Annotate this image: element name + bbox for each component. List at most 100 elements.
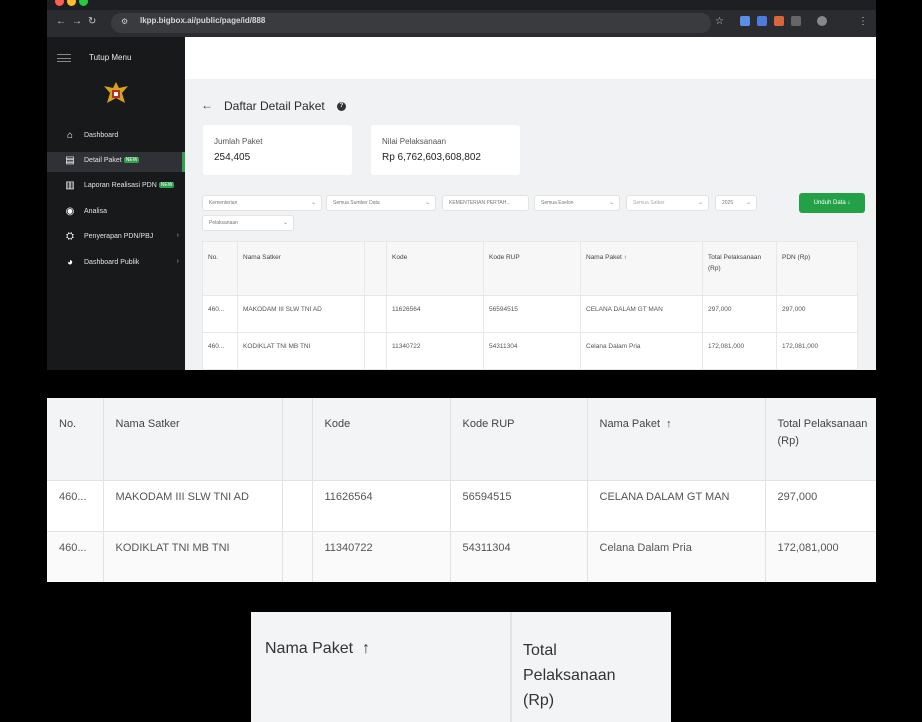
cell-blank [282, 531, 313, 582]
cell-pdn: 297,000 [776, 295, 858, 333]
col-header-no[interactable]: No. [47, 398, 104, 481]
sidebar: Tutup Menu ⌂ Dashboard ▤ Detail Paket NEW… [47, 37, 185, 370]
col-header-kode[interactable]: Kode [312, 398, 451, 481]
extension-icon[interactable] [740, 16, 750, 26]
table-row[interactable]: 460... KODIKLAT TNI MB TNI 11340722 5431… [47, 531, 876, 582]
download-button[interactable]: Unduh Data ↓ [799, 193, 865, 213]
back-arrow-icon[interactable]: ← [201, 98, 213, 112]
extensions-puzzle-icon[interactable] [791, 16, 801, 26]
reload-icon[interactable]: ↻ [88, 16, 96, 28]
table-header-row: No. Nama Satker Kode Kode RUP Nama Paket… [202, 241, 858, 296]
table-row[interactable]: 460... MAKODAM III SLW TNI AD 11626564 5… [47, 480, 876, 532]
building-icon: ▥ [65, 180, 75, 191]
col-header-nama-paket[interactable]: Nama Paket ↑ [580, 241, 703, 296]
hamburger-icon[interactable] [57, 54, 71, 62]
filter-kementerian[interactable]: Kementerian ⌄ [202, 195, 322, 211]
help-icon[interactable]: ? [337, 102, 346, 111]
col-header-nama-paket[interactable]: Nama Paket ↑ [251, 612, 512, 722]
col-header-total-pelaksanaan[interactable]: Total Pelaksanaan (Rp) [702, 241, 777, 296]
sidebar-item-dashboard[interactable]: ⌂ Dashboard [47, 127, 185, 147]
home-icon: ⌂ [66, 130, 74, 141]
bookmark-star-icon[interactable]: ☆ [715, 16, 724, 28]
filter-value: Semua Eselon [541, 200, 574, 206]
close-window-dot[interactable] [55, 0, 64, 6]
forward-nav-icon[interactable]: → [72, 16, 82, 28]
cell-total-pelaksanaan: 297,000 [765, 480, 876, 532]
col-header-nama-satker[interactable]: Nama Satker [237, 241, 365, 296]
col-header-kode-rup[interactable]: Kode RUP [450, 398, 588, 481]
filter-kementerian-pertahanan[interactable]: KEMENTERIAN PERTAH... [442, 195, 529, 211]
chevron-down-icon: ⌄ [424, 200, 430, 206]
pie-chart-icon: ◕ [66, 257, 74, 268]
top-header [185, 37, 876, 79]
cell-no: 460... [202, 295, 238, 333]
new-badge: NEW [123, 157, 140, 163]
sort-ascending-icon[interactable]: ↑ [666, 418, 672, 430]
basket-icon: ⛭ [66, 231, 74, 242]
page-title: Daftar Detail Paket [224, 99, 325, 113]
table-row[interactable]: 460... KODIKLAT TNI MB TNI 11340722 5431… [202, 332, 858, 370]
stat-value: 254,405 [214, 152, 251, 163]
col-header-no[interactable]: No. [202, 241, 238, 296]
cell-kode: 11340722 [386, 332, 484, 370]
sidebar-item-label: Analisa [84, 208, 107, 215]
browser-menu-icon[interactable]: ⋮ [858, 16, 868, 28]
sidebar-item-analisa[interactable]: ◉ Analisa [47, 203, 185, 223]
filter-sumber-data[interactable]: Semua Sumber Data ⌄ [326, 195, 436, 211]
cell-blank [282, 480, 313, 532]
filter-tahun[interactable]: 2025 ⌄ [715, 195, 757, 211]
col-header-total-pelaksanaan[interactable]: Total Pelaksanaan (Rp) [523, 638, 643, 713]
chevron-right-icon: › [176, 258, 179, 265]
cell-nama-paket: Celana Dalam Pria [587, 531, 766, 582]
cell-total-pelaksanaan: 172,081,000 [702, 332, 777, 370]
cell-no: 460... [47, 480, 104, 532]
cell-nama-satker: MAKODAM III SLW TNI AD [237, 295, 365, 333]
cell-kode: 11626564 [312, 480, 451, 532]
sidebar-item-dashboard-publik[interactable]: ◕ Dashboard Publik › [47, 254, 185, 274]
sort-ascending-icon[interactable]: ↑ [624, 254, 627, 261]
col-header-nama-satker[interactable]: Nama Satker [103, 398, 283, 481]
maximize-window-dot[interactable] [79, 0, 88, 6]
back-nav-icon[interactable]: ← [56, 16, 66, 28]
cell-kode-rup: 54311304 [483, 332, 581, 370]
collapse-menu-label[interactable]: Tutup Menu [89, 53, 131, 62]
extension-icon[interactable] [757, 16, 767, 26]
table-row[interactable]: 460... MAKODAM III SLW TNI AD 11626564 5… [202, 295, 858, 333]
site-info-icon[interactable]: ⚙ [121, 16, 128, 28]
col-header-kode-rup[interactable]: Kode RUP [483, 241, 581, 296]
col-header-kode[interactable]: Kode [386, 241, 484, 296]
cell-total-pelaksanaan: 172,081,000 [765, 531, 876, 582]
analysis-icon: ◉ [65, 206, 75, 217]
sort-ascending-icon[interactable]: ↑ [362, 640, 370, 657]
extension-icon[interactable] [774, 16, 784, 26]
sidebar-item-label-wrap: Laporan Realisasi PDN NEW [84, 182, 175, 189]
sidebar-item-penyerapan[interactable]: ⛭ Penyerapan PDN/PBJ › [47, 228, 185, 248]
new-badge: NEW [158, 182, 175, 188]
col-header-total-pelaksanaan[interactable]: Total Pelaksanaan (Rp) [765, 398, 876, 481]
filter-value: Pelaksanaan [209, 220, 238, 226]
sidebar-item-label: Detail Paket [84, 157, 122, 164]
filter-pelaksanaan[interactable]: Pelaksanaan ⌄ [202, 215, 294, 231]
url-text: lkpp.bigbox.ai/public/page/id/888 [140, 16, 266, 25]
cell-kode-rup: 56594515 [483, 295, 581, 333]
cell-nama-satker: KODIKLAT TNI MB TNI [103, 531, 283, 582]
filter-satker[interactable]: Semua Satker ⌄ [626, 195, 709, 211]
col-header-pdn[interactable]: PDN (Rp) [776, 241, 858, 296]
browser-screenshot: ← → ↻ ⚙ lkpp.bigbox.ai/public/page/id/88… [47, 0, 876, 370]
col-header-label: Nama Paket [599, 418, 661, 430]
sidebar-item-detail-paket[interactable]: ▤ Detail Paket NEW [47, 152, 185, 172]
cell-nama-satker: KODIKLAT TNI MB TNI [237, 332, 365, 370]
chevron-down-icon: ⌄ [745, 200, 751, 206]
detail-paket-table: No. Nama Satker Kode Kode RUP Nama Paket… [202, 241, 858, 370]
profile-icon[interactable] [817, 16, 827, 26]
chevron-down-icon: ⌄ [608, 200, 614, 206]
cell-nama-satker: MAKODAM III SLW TNI AD [103, 480, 283, 532]
filter-value: KEMENTERIAN PERTAH... [449, 200, 511, 206]
minimize-window-dot[interactable] [67, 0, 76, 6]
cell-no: 460... [47, 531, 104, 582]
sidebar-item-laporan-realisasi-pdn[interactable]: ▥ Laporan Realisasi PDN NEW [47, 177, 185, 197]
col-header-nama-paket[interactable]: Nama Paket ↑ [587, 398, 766, 481]
filter-value: Semua Satker [633, 200, 665, 206]
chevron-down-icon: ⌄ [310, 200, 316, 206]
filter-eselon[interactable]: Semua Eselon ⌄ [534, 195, 620, 211]
